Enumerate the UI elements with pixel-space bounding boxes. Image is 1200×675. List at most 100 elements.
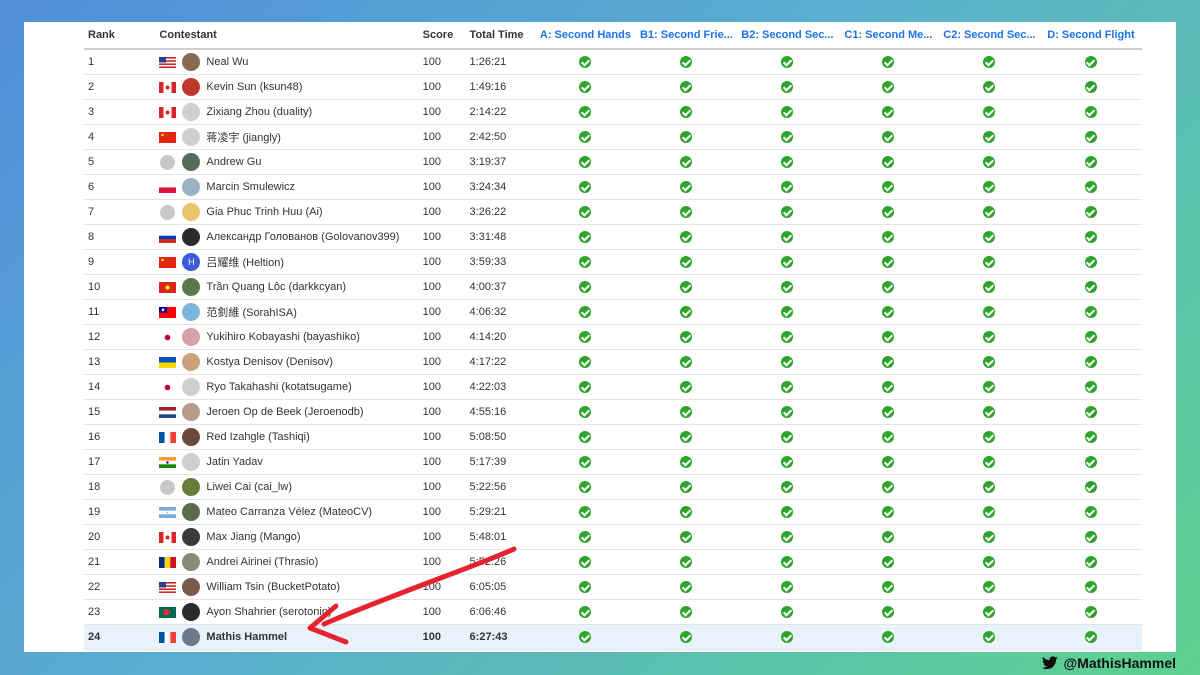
table-row[interactable]: 14 Ryo Takahashi (kotatsugame) 100 4:22:03 <box>84 374 1142 400</box>
problem-result-cell[interactable] <box>635 324 737 350</box>
problem-result-cell[interactable] <box>736 399 838 425</box>
problem-result-cell[interactable] <box>736 124 838 150</box>
table-row[interactable]: 22 William Tsin (BucketPotato) 100 6:05:05 <box>84 574 1142 600</box>
table-row[interactable]: 16 Red Izahgle (Tashiqi) 100 5:08:50 <box>84 424 1142 450</box>
problem-result-cell[interactable] <box>938 149 1040 175</box>
table-row[interactable]: 5 Andrew Gu 100 3:19:37 <box>84 149 1142 175</box>
problem-result-cell[interactable] <box>938 599 1040 625</box>
problem-result-cell[interactable] <box>736 349 838 375</box>
problem-result-cell[interactable] <box>736 599 838 625</box>
problem-result-cell[interactable] <box>736 99 838 125</box>
problem-result-cell[interactable] <box>837 74 939 100</box>
problem-result-cell[interactable] <box>837 399 939 425</box>
problem-result-cell[interactable] <box>1039 99 1142 125</box>
problem-result-cell[interactable] <box>1039 599 1142 625</box>
table-row[interactable]: 1 Neal Wu 100 1:26:21 <box>84 49 1142 75</box>
problem-result-cell[interactable] <box>1039 624 1142 650</box>
problem-result-cell[interactable] <box>837 274 939 300</box>
problem-result-cell[interactable] <box>635 199 737 225</box>
problem-result-cell[interactable] <box>736 474 838 500</box>
problem-result-cell[interactable] <box>837 549 939 575</box>
problem-result-cell[interactable] <box>1039 149 1142 175</box>
problem-result-cell[interactable] <box>736 324 838 350</box>
problem-result-cell[interactable] <box>635 399 737 425</box>
problem-result-cell[interactable] <box>736 249 838 275</box>
table-row[interactable]: 10 Trần Quang Lộc (darkkcyan) 100 4:00:37 <box>84 274 1142 300</box>
problem-result-cell[interactable] <box>736 74 838 100</box>
table-row[interactable]: 11 范釗維 (SorahISA) 100 4:06:32 <box>84 299 1142 325</box>
contestant-name[interactable]: William Tsin (BucketPotato) <box>206 581 340 593</box>
problem-result-cell[interactable] <box>534 174 636 200</box>
problem-result-cell[interactable] <box>736 574 838 600</box>
problem-result-cell[interactable] <box>837 449 939 475</box>
problem-result-cell[interactable] <box>635 124 737 150</box>
problem-result-cell[interactable] <box>635 449 737 475</box>
table-row[interactable]: 9 H 吕耀维 (Heltion) 100 3:59:33 <box>84 249 1142 275</box>
table-row[interactable]: 18 Liwei Cai (cai_lw) 100 5:22:56 <box>84 474 1142 500</box>
score-header[interactable]: Score <box>418 22 466 50</box>
contestant-name[interactable]: Zixiang Zhou (duality) <box>206 106 312 118</box>
table-row[interactable]: 2 Kevin Sun (ksun48) 100 1:49:16 <box>84 74 1142 100</box>
problem-result-cell[interactable] <box>534 274 636 300</box>
problem-result-cell[interactable] <box>534 449 636 475</box>
problem-result-cell[interactable] <box>736 274 838 300</box>
contestant-name[interactable]: Александр Голованов (Golovanov399) <box>206 231 399 243</box>
problem-result-cell[interactable] <box>1039 49 1142 75</box>
contestant-name[interactable]: Andrei Airinei (Thrasio) <box>206 556 318 568</box>
contestant-name[interactable]: Kevin Sun (ksun48) <box>206 81 302 93</box>
problem-result-cell[interactable] <box>534 474 636 500</box>
problem-result-cell[interactable] <box>534 99 636 125</box>
problem-result-cell[interactable] <box>635 499 737 525</box>
problem-result-cell[interactable] <box>736 299 838 325</box>
problem-result-cell[interactable] <box>635 524 737 550</box>
table-row[interactable]: 4 蒋凌宇 (jiangly) 100 2:42:50 <box>84 124 1142 150</box>
problem-result-cell[interactable] <box>1039 549 1142 575</box>
problem-result-cell[interactable] <box>1039 499 1142 525</box>
problem-result-cell[interactable] <box>938 324 1040 350</box>
problem-result-cell[interactable] <box>534 249 636 275</box>
problem-result-cell[interactable] <box>938 424 1040 450</box>
problem-result-cell[interactable] <box>938 499 1040 525</box>
contestant-name[interactable]: Liwei Cai (cai_lw) <box>206 481 292 493</box>
problem-result-cell[interactable] <box>534 599 636 625</box>
table-row[interactable]: 20 Max Jiang (Mango) 100 5:48:01 <box>84 524 1142 550</box>
problem-result-cell[interactable] <box>837 149 939 175</box>
problem-result-cell[interactable] <box>837 324 939 350</box>
problem-result-cell[interactable] <box>534 574 636 600</box>
table-row[interactable]: 19 Mateo Carranza Vélez (MateoCV) 100 5:29:… <box>84 499 1142 525</box>
table-row[interactable]: 23 Ayon Shahrier (serotonin) 100 6:06:46 <box>84 599 1142 625</box>
problem-result-cell[interactable] <box>837 599 939 625</box>
problem-result-cell[interactable] <box>837 574 939 600</box>
problem-result-cell[interactable] <box>938 74 1040 100</box>
problem-result-cell[interactable] <box>635 424 737 450</box>
problem-b2-header[interactable]: B2: Second Sec... <box>736 22 838 50</box>
problem-result-cell[interactable] <box>1039 174 1142 200</box>
contestant-name[interactable]: Max Jiang (Mango) <box>206 531 300 543</box>
problem-result-cell[interactable] <box>534 74 636 100</box>
problem-result-cell[interactable] <box>736 149 838 175</box>
problem-result-cell[interactable] <box>938 474 1040 500</box>
contestant-name[interactable]: 吕耀维 (Heltion) <box>206 254 284 270</box>
problem-result-cell[interactable] <box>938 299 1040 325</box>
handle-text[interactable]: @MathisHammel <box>1064 655 1176 671</box>
contestant-name[interactable]: Mathis Hammel <box>206 631 287 643</box>
problem-result-cell[interactable] <box>837 474 939 500</box>
problem-result-cell[interactable] <box>635 599 737 625</box>
problem-c1-header[interactable]: C1: Second Me... <box>837 22 939 50</box>
problem-result-cell[interactable] <box>534 524 636 550</box>
problem-c2-header[interactable]: C2: Second Sec... <box>938 22 1040 50</box>
contestant-name[interactable]: Trần Quang Lộc (darkkcyan) <box>206 281 346 293</box>
problem-result-cell[interactable] <box>1039 124 1142 150</box>
contestant-name[interactable]: 蒋凌宇 (jiangly) <box>206 129 281 145</box>
contestant-name[interactable]: Red Izahgle (Tashiqi) <box>206 431 309 443</box>
problem-result-cell[interactable] <box>938 549 1040 575</box>
problem-result-cell[interactable] <box>837 224 939 250</box>
problem-result-cell[interactable] <box>837 124 939 150</box>
problem-result-cell[interactable] <box>837 174 939 200</box>
problem-result-cell[interactable] <box>1039 574 1142 600</box>
problem-result-cell[interactable] <box>635 224 737 250</box>
problem-result-cell[interactable] <box>736 499 838 525</box>
problem-result-cell[interactable] <box>534 374 636 400</box>
problem-result-cell[interactable] <box>534 324 636 350</box>
problem-result-cell[interactable] <box>736 224 838 250</box>
